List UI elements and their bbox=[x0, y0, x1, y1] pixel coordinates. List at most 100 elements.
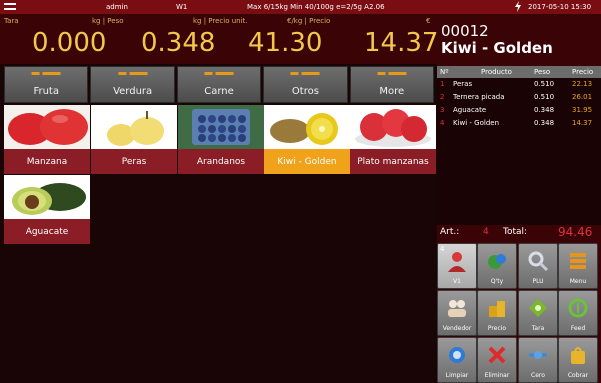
total-label: Total: bbox=[503, 227, 528, 237]
key-label: PLU bbox=[532, 278, 544, 285]
key-label: Eliminar bbox=[484, 372, 510, 379]
kiwi-image bbox=[264, 105, 350, 149]
key-label: Precio bbox=[487, 325, 507, 332]
qty-icon bbox=[488, 254, 506, 269]
product-label: Aguacate bbox=[4, 219, 90, 244]
scale-info: Max 6/15kg Min 40/100g e=2/5g A2.06 bbox=[247, 3, 385, 11]
product-code: 00012 bbox=[441, 22, 489, 40]
search-icon bbox=[528, 251, 549, 272]
totals-bar: Art.: 4 Total: 94.46 bbox=[437, 225, 601, 241]
product-label: Plato manzanas bbox=[350, 149, 436, 174]
list-icon bbox=[570, 253, 586, 269]
key-label: Menu bbox=[569, 278, 587, 285]
total-value: 94.46 bbox=[558, 225, 593, 239]
art-label: Art.: bbox=[440, 227, 460, 237]
product-plato-manzanas[interactable]: Plato manzanas bbox=[350, 105, 436, 174]
table-row[interactable]: 3 Aguacate 0.348 31.95 bbox=[437, 104, 601, 117]
tab-verdura[interactable]: Verdura bbox=[90, 66, 175, 103]
feed-button[interactable]: Feed bbox=[558, 290, 598, 336]
key-label: Tara bbox=[531, 325, 545, 332]
tab-label: More bbox=[379, 86, 405, 97]
eliminar-button[interactable]: Eliminar bbox=[477, 337, 517, 383]
col-producto: Producto bbox=[481, 68, 512, 76]
precio-label: €/kg | Precio bbox=[287, 17, 331, 25]
v1-button[interactable]: 4 V1 bbox=[437, 243, 477, 289]
table-row[interactable]: 1 Peras 0.510 22.13 bbox=[437, 78, 601, 91]
tab-label: Otros bbox=[291, 86, 319, 97]
product-peras[interactable]: Peras bbox=[91, 105, 177, 174]
product-manzana[interactable]: Manzana bbox=[4, 105, 90, 174]
plu-button[interactable]: PLU bbox=[518, 243, 558, 289]
avocado-image bbox=[4, 175, 90, 219]
product-label: Arandanos bbox=[178, 149, 264, 174]
cobrar-button[interactable]: Cobrar bbox=[558, 337, 598, 383]
bag-icon bbox=[571, 347, 585, 364]
tab-label: Carne bbox=[204, 86, 234, 97]
key-label: Vendedor bbox=[442, 325, 472, 332]
key-label: Cero bbox=[531, 372, 545, 379]
menu-button[interactable]: Menu bbox=[558, 243, 598, 289]
tara-value: 0.000 bbox=[32, 28, 107, 58]
col-num: Nº bbox=[440, 68, 449, 76]
cart-header: Nº Producto Peso Precio bbox=[437, 66, 601, 78]
product-label: Peras bbox=[91, 149, 177, 174]
tab-more[interactable]: More bbox=[349, 66, 435, 103]
product-kiwi-golden[interactable]: Kiwi - Golden bbox=[264, 105, 350, 174]
art-count: 4 bbox=[483, 227, 489, 237]
qty-button[interactable]: Q'ty bbox=[477, 243, 517, 289]
scale-id: W1 bbox=[176, 3, 188, 11]
key-label: Q'ty bbox=[490, 278, 504, 285]
apple-plate-image bbox=[350, 105, 436, 149]
power-icon bbox=[515, 1, 521, 14]
datetime: 2017-05-10 15:30 bbox=[528, 3, 592, 11]
cart-table: Nº Producto Peso Precio 1 Peras 0.510 22… bbox=[437, 66, 601, 225]
tab-label: Verdura bbox=[113, 86, 153, 97]
cero-button[interactable]: Cero bbox=[518, 337, 558, 383]
coins-icon bbox=[489, 301, 505, 317]
key-label: Limpiar bbox=[445, 372, 469, 379]
product-label: Kiwi - Golden bbox=[264, 149, 350, 174]
currency-label: € bbox=[426, 17, 431, 25]
col-peso: Peso bbox=[534, 68, 551, 76]
delete-icon bbox=[488, 346, 506, 364]
limpiar-button[interactable]: Limpiar bbox=[437, 337, 477, 383]
table-row[interactable]: 4 Kiwi - Golden 0.348 14.37 bbox=[437, 117, 601, 130]
precio-value: 14.37 bbox=[364, 28, 439, 58]
pear-image bbox=[91, 105, 177, 149]
vendedor-button[interactable]: Vendedor bbox=[437, 290, 477, 336]
user-icon bbox=[448, 252, 466, 272]
precio-unit-label: kg | Precio unit. bbox=[193, 17, 248, 25]
category-tabs: Fruta Verdura Carne Otros More bbox=[4, 66, 435, 103]
tab-otros[interactable]: Otros bbox=[263, 66, 348, 103]
product-name: Kiwi - Golden bbox=[441, 39, 553, 57]
user-name: admin bbox=[106, 3, 128, 11]
product-label: Manzana bbox=[4, 149, 90, 174]
precio-unit-value: 41.30 bbox=[248, 28, 323, 58]
product-arandanos[interactable]: Arandanos bbox=[178, 105, 264, 174]
precio-button[interactable]: Precio bbox=[477, 290, 517, 336]
table-row[interactable]: 2 Ternera picada 0.510 26.01 bbox=[437, 91, 601, 104]
tara-label: Tara bbox=[4, 17, 19, 25]
status-bar: admin W1 Max 6/15kg Min 40/100g e=2/5g A… bbox=[0, 0, 601, 14]
key-label: Cobrar bbox=[567, 372, 589, 379]
key-badge: 4 bbox=[440, 245, 445, 253]
sellers-icon bbox=[448, 300, 466, 317]
col-precio: Precio bbox=[572, 68, 594, 76]
peso-label: kg | Peso bbox=[92, 17, 124, 25]
weight-display: Tara kg | Peso kg | Precio unit. €/kg | … bbox=[0, 14, 439, 64]
menu-icon[interactable] bbox=[4, 2, 16, 13]
tara-icon bbox=[529, 299, 547, 317]
product-aguacate[interactable]: Aguacate bbox=[4, 175, 90, 244]
peso-value: 0.348 bbox=[141, 28, 216, 58]
blueberry-image bbox=[178, 105, 264, 149]
tab-label: Fruta bbox=[33, 86, 59, 97]
clear-icon bbox=[449, 347, 465, 363]
tab-fruta[interactable]: Fruta bbox=[4, 66, 89, 103]
feed-icon bbox=[568, 298, 588, 318]
tab-carne[interactable]: Carne bbox=[176, 66, 262, 103]
zero-icon bbox=[529, 351, 547, 359]
tara-button[interactable]: Tara bbox=[518, 290, 558, 336]
key-label: Feed bbox=[570, 325, 586, 332]
key-label: V1 bbox=[453, 278, 461, 285]
apple-image bbox=[4, 105, 90, 149]
